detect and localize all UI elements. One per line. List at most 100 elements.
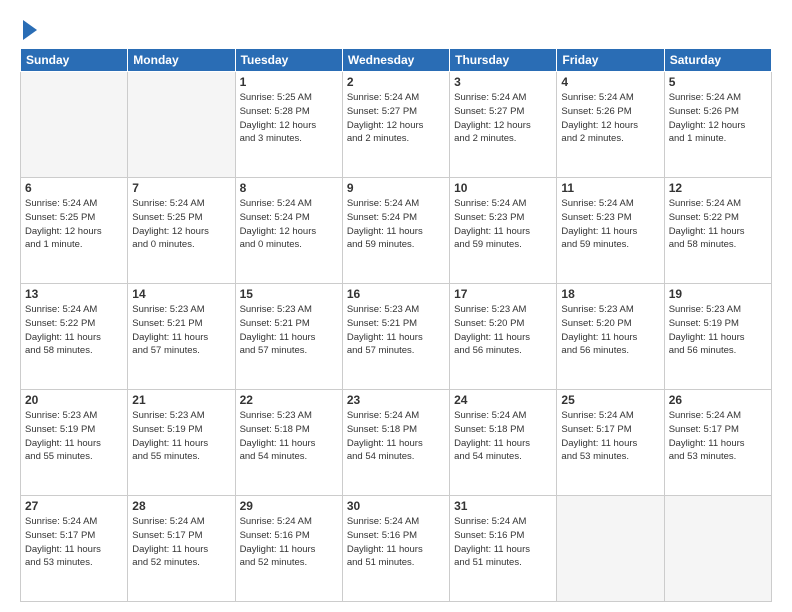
calendar-cell: 2Sunrise: 5:24 AM Sunset: 5:27 PM Daylig… [342,72,449,178]
day-info: Sunrise: 5:24 AM Sunset: 5:16 PM Dayligh… [240,515,338,570]
day-info: Sunrise: 5:24 AM Sunset: 5:25 PM Dayligh… [25,197,123,252]
day-info: Sunrise: 5:24 AM Sunset: 5:26 PM Dayligh… [561,91,659,146]
day-number: 21 [132,393,230,407]
day-info: Sunrise: 5:23 AM Sunset: 5:18 PM Dayligh… [240,409,338,464]
day-info: Sunrise: 5:23 AM Sunset: 5:20 PM Dayligh… [561,303,659,358]
weekday-header: Tuesday [235,49,342,72]
calendar-cell: 13Sunrise: 5:24 AM Sunset: 5:22 PM Dayli… [21,284,128,390]
day-info: Sunrise: 5:24 AM Sunset: 5:17 PM Dayligh… [561,409,659,464]
weekday-header: Sunday [21,49,128,72]
day-info: Sunrise: 5:23 AM Sunset: 5:21 PM Dayligh… [132,303,230,358]
calendar-cell: 10 Sunrise: 5:24 AM Sunset: 5:23 PM Dayli… [450,178,557,284]
day-info: Sunrise: 5:24 AM Sunset: 5:17 PM Dayligh… [669,409,767,464]
day-info: Sunrise: 5:23 AM Sunset: 5:19 PM Dayligh… [132,409,230,464]
calendar-week-row: 13Sunrise: 5:24 AM Sunset: 5:22 PM Dayli… [21,284,772,390]
day-number: 31 [454,499,552,513]
day-number: 24 [454,393,552,407]
day-number: 27 [25,499,123,513]
calendar-cell [664,496,771,602]
page: SundayMondayTuesdayWednesdayThursdayFrid… [0,0,792,612]
day-number: 13 [25,287,123,301]
day-info: Sunrise: 5:24 AM Sunset: 5:24 PM Dayligh… [347,197,445,252]
day-info: Sunrise: 5:23 AM Sunset: 5:19 PM Dayligh… [669,303,767,358]
day-number: 22 [240,393,338,407]
day-number: 8 [240,181,338,195]
calendar-cell: 23 Sunrise: 5:24 AM Sunset: 5:18 PM Dayli… [342,390,449,496]
calendar-cell: 12Sunrise: 5:24 AM Sunset: 5:22 PM Dayli… [664,178,771,284]
day-info: Sunrise: 5:23 AM Sunset: 5:19 PM Dayligh… [25,409,123,464]
calendar-week-row: 27 Sunrise: 5:24 AM Sunset: 5:17 PM Dayli… [21,496,772,602]
day-info: Sunrise: 5:24 AM Sunset: 5:23 PM Dayligh… [454,197,552,252]
day-number: 26 [669,393,767,407]
day-number: 29 [240,499,338,513]
calendar-cell [128,72,235,178]
weekday-header: Monday [128,49,235,72]
day-number: 6 [25,181,123,195]
day-info: Sunrise: 5:24 AM Sunset: 5:27 PM Dayligh… [454,91,552,146]
day-info: Sunrise: 5:24 AM Sunset: 5:18 PM Dayligh… [454,409,552,464]
calendar-header-row: SundayMondayTuesdayWednesdayThursdayFrid… [21,49,772,72]
calendar-cell: 7 Sunrise: 5:24 AM Sunset: 5:25 PM Daylig… [128,178,235,284]
day-number: 23 [347,393,445,407]
day-number: 12 [669,181,767,195]
day-info: Sunrise: 5:24 AM Sunset: 5:26 PM Dayligh… [669,91,767,146]
logo [20,16,37,40]
day-number: 25 [561,393,659,407]
day-number: 17 [454,287,552,301]
calendar-week-row: 1Sunrise: 5:25 AM Sunset: 5:28 PM Daylig… [21,72,772,178]
calendar-cell: 16 Sunrise: 5:23 AM Sunset: 5:21 PM Dayli… [342,284,449,390]
day-number: 30 [347,499,445,513]
day-number: 20 [25,393,123,407]
day-number: 9 [347,181,445,195]
day-number: 28 [132,499,230,513]
day-number: 15 [240,287,338,301]
calendar-cell: 18 Sunrise: 5:23 AM Sunset: 5:20 PM Dayli… [557,284,664,390]
day-info: Sunrise: 5:23 AM Sunset: 5:21 PM Dayligh… [240,303,338,358]
calendar-cell [557,496,664,602]
weekday-header: Thursday [450,49,557,72]
day-number: 19 [669,287,767,301]
day-info: Sunrise: 5:24 AM Sunset: 5:23 PM Dayligh… [561,197,659,252]
calendar-cell: 30 Sunrise: 5:24 AM Sunset: 5:16 PM Dayli… [342,496,449,602]
day-number: 7 [132,181,230,195]
calendar-cell: 3Sunrise: 5:24 AM Sunset: 5:27 PM Daylig… [450,72,557,178]
calendar-cell: 6 Sunrise: 5:24 AM Sunset: 5:25 PM Daylig… [21,178,128,284]
calendar-cell: 4 Sunrise: 5:24 AM Sunset: 5:26 PM Daylig… [557,72,664,178]
day-info: Sunrise: 5:24 AM Sunset: 5:18 PM Dayligh… [347,409,445,464]
calendar-cell: 22 Sunrise: 5:23 AM Sunset: 5:18 PM Dayli… [235,390,342,496]
calendar-cell: 5 Sunrise: 5:24 AM Sunset: 5:26 PM Daylig… [664,72,771,178]
day-info: Sunrise: 5:23 AM Sunset: 5:21 PM Dayligh… [347,303,445,358]
day-number: 4 [561,75,659,89]
calendar-week-row: 6 Sunrise: 5:24 AM Sunset: 5:25 PM Daylig… [21,178,772,284]
calendar-cell: 31 Sunrise: 5:24 AM Sunset: 5:16 PM Dayli… [450,496,557,602]
logo-arrow-icon [23,20,37,40]
calendar-cell: 15 Sunrise: 5:23 AM Sunset: 5:21 PM Dayli… [235,284,342,390]
day-number: 1 [240,75,338,89]
day-info: Sunrise: 5:24 AM Sunset: 5:17 PM Dayligh… [25,515,123,570]
calendar-cell: 24 Sunrise: 5:24 AM Sunset: 5:18 PM Dayli… [450,390,557,496]
weekday-header: Wednesday [342,49,449,72]
calendar-cell: 28 Sunrise: 5:24 AM Sunset: 5:17 PM Dayli… [128,496,235,602]
calendar: SundayMondayTuesdayWednesdayThursdayFrid… [20,48,772,602]
calendar-cell: 29 Sunrise: 5:24 AM Sunset: 5:16 PM Dayli… [235,496,342,602]
weekday-header: Saturday [664,49,771,72]
calendar-cell: 19 Sunrise: 5:23 AM Sunset: 5:19 PM Dayli… [664,284,771,390]
day-info: Sunrise: 5:24 AM Sunset: 5:17 PM Dayligh… [132,515,230,570]
day-info: Sunrise: 5:24 AM Sunset: 5:16 PM Dayligh… [454,515,552,570]
calendar-cell: 9 Sunrise: 5:24 AM Sunset: 5:24 PM Daylig… [342,178,449,284]
day-number: 18 [561,287,659,301]
calendar-cell: 11Sunrise: 5:24 AM Sunset: 5:23 PM Dayli… [557,178,664,284]
calendar-week-row: 20 Sunrise: 5:23 AM Sunset: 5:19 PM Dayli… [21,390,772,496]
calendar-cell: 21 Sunrise: 5:23 AM Sunset: 5:19 PM Dayli… [128,390,235,496]
calendar-cell: 14Sunrise: 5:23 AM Sunset: 5:21 PM Dayli… [128,284,235,390]
day-info: Sunrise: 5:23 AM Sunset: 5:20 PM Dayligh… [454,303,552,358]
day-number: 10 [454,181,552,195]
header [20,16,772,40]
calendar-cell: 1Sunrise: 5:25 AM Sunset: 5:28 PM Daylig… [235,72,342,178]
day-info: Sunrise: 5:24 AM Sunset: 5:16 PM Dayligh… [347,515,445,570]
day-number: 5 [669,75,767,89]
day-number: 2 [347,75,445,89]
calendar-cell [21,72,128,178]
day-info: Sunrise: 5:24 AM Sunset: 5:25 PM Dayligh… [132,197,230,252]
day-number: 16 [347,287,445,301]
